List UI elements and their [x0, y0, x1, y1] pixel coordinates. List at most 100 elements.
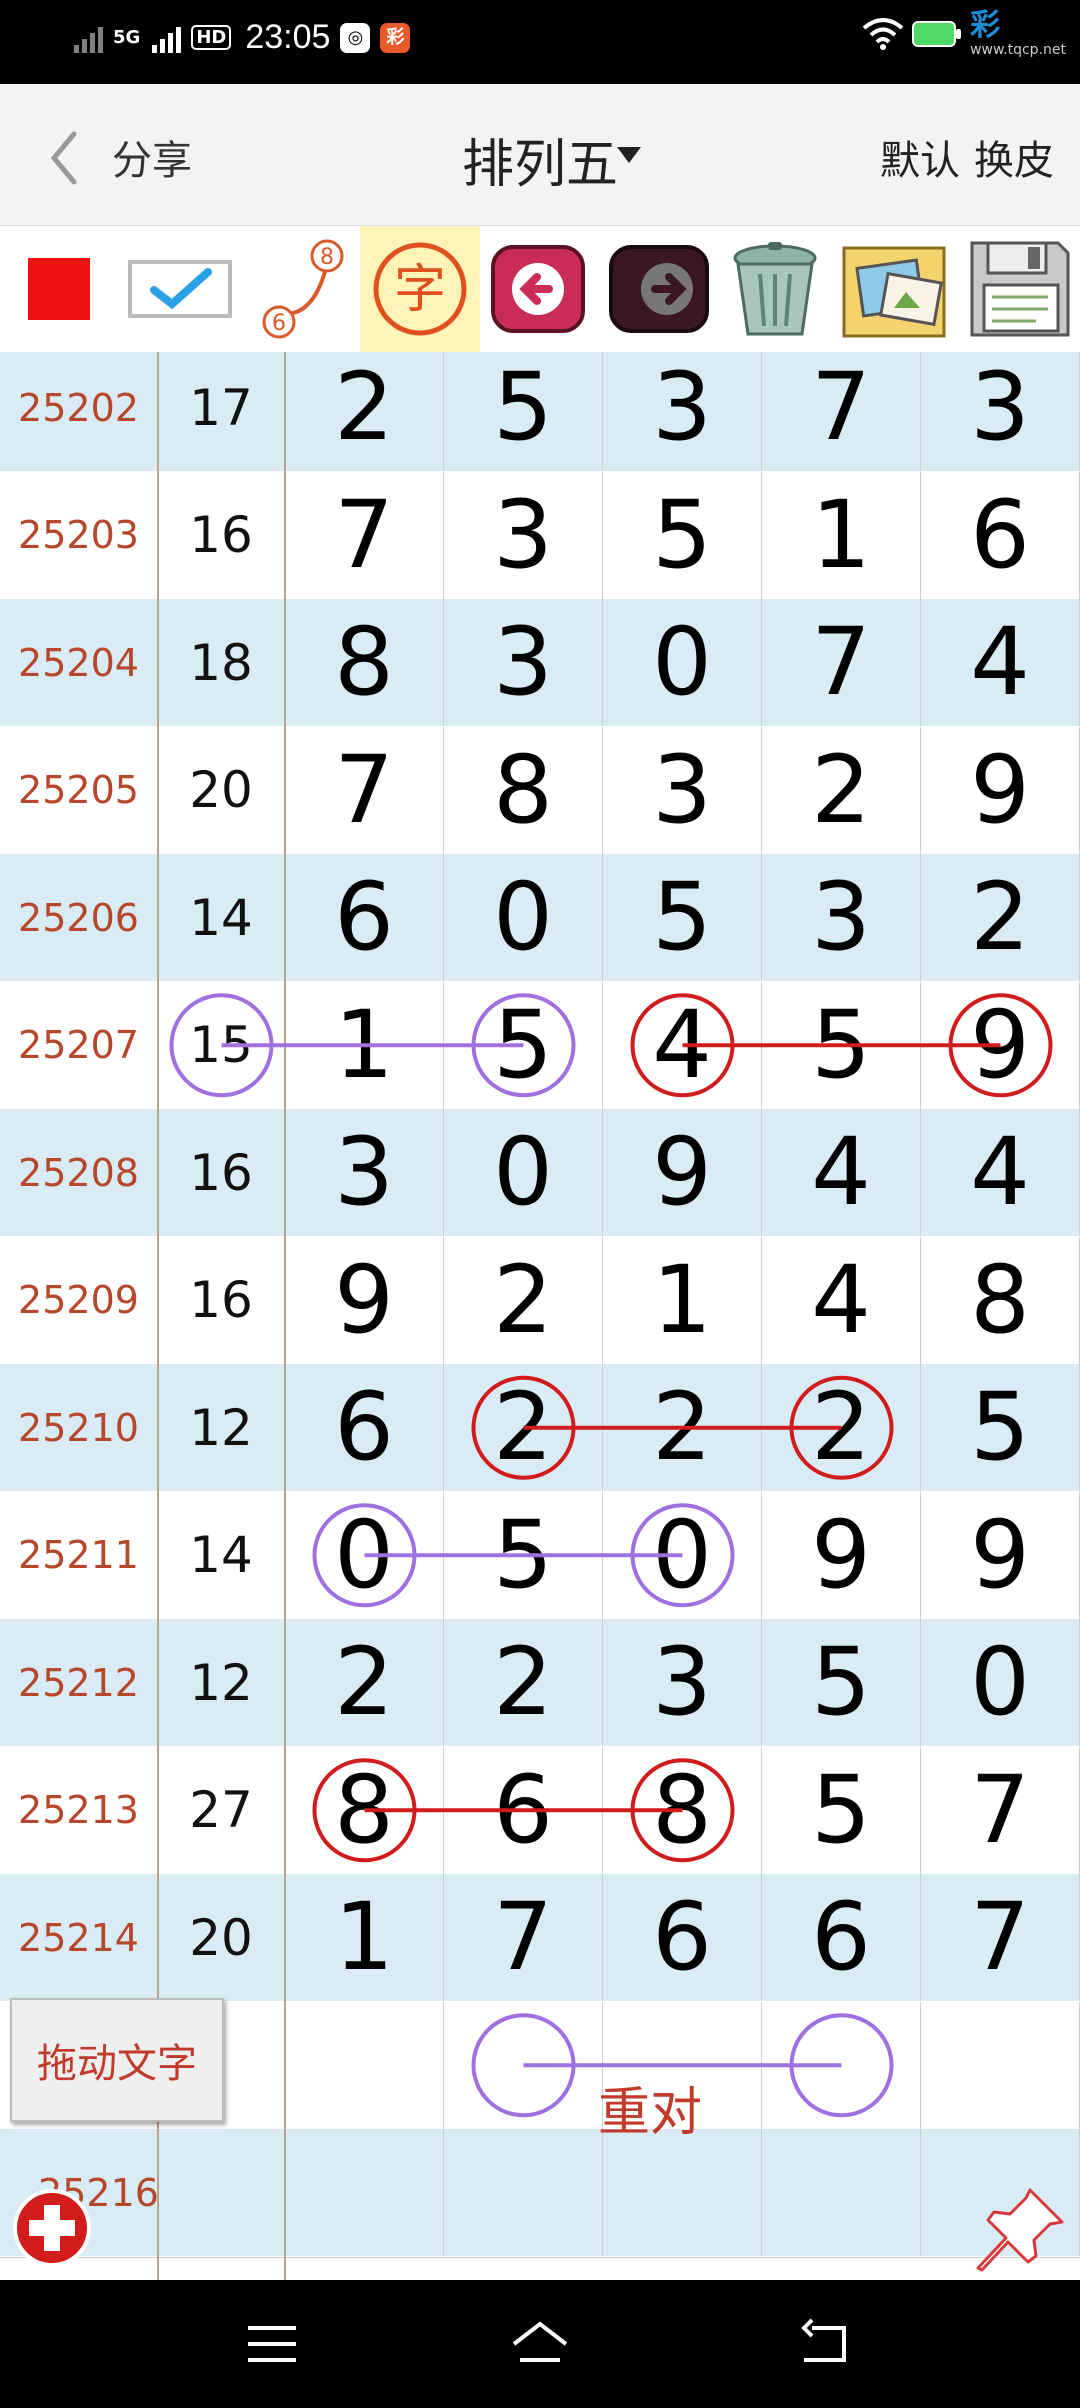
digit-cell[interactable]: 5: [444, 352, 603, 471]
digit-cell[interactable]: [285, 2001, 444, 2129]
digit-cell[interactable]: 7: [444, 1874, 603, 2001]
digit-cell[interactable]: 3: [603, 1619, 762, 1746]
digit-cell[interactable]: [921, 2001, 1080, 2129]
period-cell[interactable]: 25213: [0, 1746, 158, 1874]
undo-button[interactable]: [488, 226, 588, 352]
digit-cell[interactable]: [603, 2129, 762, 2256]
table-row[interactable]: 25207 15 1 5 4 5 9: [0, 981, 1080, 1109]
digit-cell[interactable]: 4: [921, 599, 1080, 726]
skin-button[interactable]: 换皮: [974, 128, 1054, 186]
digit-cell[interactable]: 2: [762, 726, 921, 854]
home-icon[interactable]: [508, 2314, 572, 2374]
digit-cell[interactable]: 3: [444, 599, 603, 726]
sum-cell[interactable]: 20: [158, 726, 285, 854]
sum-cell[interactable]: 27: [158, 1746, 285, 1874]
digit-cell[interactable]: [444, 2129, 603, 2256]
digit-cell[interactable]: 3: [444, 471, 603, 599]
digit-cell[interactable]: 1: [603, 1236, 762, 1364]
digit-cell[interactable]: 2: [285, 1619, 444, 1746]
table-row[interactable]: 25211 14 0 5 0 9 9: [0, 1491, 1080, 1619]
drag-text-button[interactable]: 拖动文字: [10, 1998, 224, 2122]
digit-cell[interactable]: 6: [444, 1746, 603, 1874]
table-row[interactable]: 25209 16 9 2 1 4 8: [0, 1236, 1080, 1364]
digit-cell[interactable]: 6: [285, 1364, 444, 1491]
table-row[interactable]: 25213 27 8 6 8 5 7: [0, 1746, 1080, 1874]
chevron-down-icon[interactable]: [617, 147, 641, 163]
digit-cell[interactable]: 5: [444, 981, 603, 1109]
period-cell[interactable]: 25207: [0, 981, 158, 1109]
digit-cell[interactable]: 5: [762, 1746, 921, 1874]
digit-cell[interactable]: 7: [285, 726, 444, 854]
sum-cell[interactable]: 12: [158, 1364, 285, 1491]
digit-cell[interactable]: 2: [444, 1364, 603, 1491]
digit-cell[interactable]: 2: [762, 1364, 921, 1491]
table-row[interactable]: 25202 17 2 5 3 7 3: [0, 352, 1080, 471]
digit-cell[interactable]: 2: [285, 352, 444, 471]
results-grid[interactable]: 25202 17 2 5 3 7 3 25203 16 7 3 5 1 6 25204 18 8 3 0 7 4 2520…: [0, 352, 1080, 2280]
pin-icon[interactable]: [970, 2180, 1070, 2280]
digit-cell[interactable]: 3: [603, 352, 762, 471]
digit-cell[interactable]: 0: [603, 1491, 762, 1619]
back-icon[interactable]: [792, 2314, 856, 2374]
digit-cell[interactable]: 4: [762, 1236, 921, 1364]
table-row[interactable]: 25203 16 7 3 5 1 6: [0, 471, 1080, 599]
digit-cell[interactable]: 4: [603, 981, 762, 1109]
digit-cell[interactable]: 9: [603, 1109, 762, 1236]
digit-cell[interactable]: 5: [762, 981, 921, 1109]
sum-cell[interactable]: 15: [158, 981, 285, 1109]
sum-cell[interactable]: 14: [158, 854, 285, 981]
digit-cell[interactable]: [762, 2001, 921, 2129]
table-row[interactable]: 25205 20 7 8 3 2 9: [0, 726, 1080, 854]
table-row[interactable]: 25212 12 2 2 3 5 0: [0, 1619, 1080, 1746]
sum-cell[interactable]: 17: [158, 352, 285, 471]
sum-cell[interactable]: 18: [158, 599, 285, 726]
redo-button[interactable]: [604, 226, 714, 352]
digit-cell[interactable]: [762, 2129, 921, 2256]
digit-cell[interactable]: 0: [921, 1619, 1080, 1746]
digit-cell[interactable]: 7: [762, 599, 921, 726]
color-swatch-button[interactable]: [14, 226, 104, 352]
digit-cell[interactable]: 5: [444, 1491, 603, 1619]
sum-cell[interactable]: 12: [158, 1619, 285, 1746]
digit-cell[interactable]: 2: [921, 854, 1080, 981]
digit-cell[interactable]: 1: [285, 981, 444, 1109]
digit-cell[interactable]: [285, 2129, 444, 2256]
digit-cell[interactable]: 1: [762, 471, 921, 599]
digit-cell[interactable]: 8: [285, 599, 444, 726]
delete-button[interactable]: [718, 226, 832, 352]
digit-cell[interactable]: 5: [921, 1364, 1080, 1491]
period-cell[interactable]: 25211: [0, 1491, 158, 1619]
digit-cell[interactable]: 2: [603, 1364, 762, 1491]
digit-cell[interactable]: 0: [444, 1109, 603, 1236]
digit-cell[interactable]: 0: [444, 854, 603, 981]
table-row[interactable]: 25210 12 6 2 2 2 5: [0, 1364, 1080, 1491]
connect-numbers-button[interactable]: 8 6: [250, 226, 350, 352]
table-row[interactable]: 25204 18 8 3 0 7 4: [0, 599, 1080, 726]
digit-cell[interactable]: 8: [444, 726, 603, 854]
digit-cell[interactable]: 7: [921, 1874, 1080, 2001]
digit-cell[interactable]: 7: [285, 471, 444, 599]
digit-cell[interactable]: 3: [921, 352, 1080, 471]
text-mode-button[interactable]: 字: [360, 226, 480, 352]
sum-cell[interactable]: 20: [158, 1874, 285, 2001]
digit-cell[interactable]: 9: [762, 1491, 921, 1619]
period-cell[interactable]: 25212: [0, 1619, 158, 1746]
digit-cell[interactable]: 2: [444, 1619, 603, 1746]
sum-cell[interactable]: 14: [158, 1491, 285, 1619]
digit-cell[interactable]: 5: [762, 1619, 921, 1746]
digit-cell[interactable]: 9: [285, 1236, 444, 1364]
digit-cell[interactable]: 4: [921, 1109, 1080, 1236]
digit-cell[interactable]: 9: [921, 1491, 1080, 1619]
digit-cell[interactable]: 7: [921, 1746, 1080, 1874]
digit-cell[interactable]: 6: [285, 854, 444, 981]
digit-cell[interactable]: 0: [285, 1491, 444, 1619]
table-row[interactable]: 25208 16 3 0 9 4 4: [0, 1109, 1080, 1236]
sum-cell[interactable]: 16: [158, 471, 285, 599]
period-cell[interactable]: 25209: [0, 1236, 158, 1364]
digit-cell[interactable]: 1: [285, 1874, 444, 2001]
digit-cell[interactable]: 9: [921, 981, 1080, 1109]
sum-cell[interactable]: 16: [158, 1109, 285, 1236]
table-row[interactable]: 25214 20 1 7 6 6 7: [0, 1874, 1080, 2001]
menu-icon[interactable]: [240, 2314, 304, 2374]
period-cell[interactable]: 25205: [0, 726, 158, 854]
